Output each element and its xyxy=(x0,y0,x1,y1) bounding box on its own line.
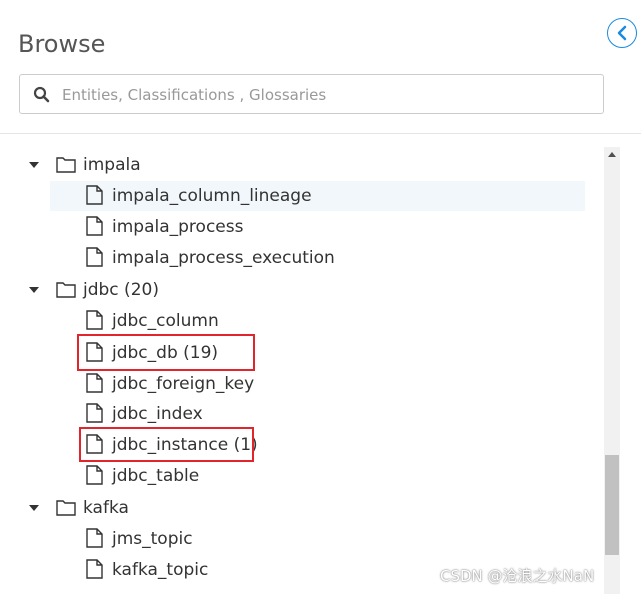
tree-group-label: impala xyxy=(83,155,141,175)
scrollbar-thumb[interactable] xyxy=(605,455,619,555)
caret-down-icon[interactable] xyxy=(28,161,40,169)
file-icon xyxy=(86,247,103,267)
highlight-box xyxy=(79,427,254,462)
file-icon xyxy=(86,373,103,393)
file-icon xyxy=(86,465,103,485)
file-icon xyxy=(86,216,103,236)
scroll-up-icon[interactable] xyxy=(604,147,620,163)
file-icon xyxy=(86,559,103,579)
tree-item-label: kafka_topic xyxy=(112,560,209,580)
chevron-left-icon xyxy=(617,25,627,41)
file-icon xyxy=(86,310,103,330)
caret-down-icon[interactable] xyxy=(28,286,40,294)
folder-icon xyxy=(56,282,76,298)
tree-item-label: jdbc_table xyxy=(112,466,200,486)
browse-panel: Browse impala impala_column_lineage impa… xyxy=(0,0,641,594)
search-icon xyxy=(33,86,50,103)
tree-group-label: kafka xyxy=(83,498,129,518)
tree-item-label: impala_process xyxy=(112,217,244,237)
caret-down-icon[interactable] xyxy=(28,504,40,512)
tree-item-label: jdbc_index xyxy=(112,404,203,424)
tree-item-label: jdbc_foreign_key xyxy=(112,374,255,394)
folder-icon xyxy=(56,157,76,173)
search-field[interactable] xyxy=(19,74,604,114)
file-icon xyxy=(86,528,103,548)
search-input[interactable] xyxy=(60,83,594,107)
tree-item-label: impala_process_execution xyxy=(112,248,335,268)
collapse-panel-button[interactable] xyxy=(607,18,637,48)
divider xyxy=(0,133,641,134)
folder-icon xyxy=(56,500,76,516)
highlight-box xyxy=(77,334,255,371)
page-title: Browse xyxy=(18,30,106,58)
tree-item-label: jdbc_column xyxy=(112,311,219,331)
tree-item-label: jms_topic xyxy=(112,529,193,549)
watermark: CSDN @沧浪之水NaN xyxy=(440,567,595,585)
file-icon xyxy=(86,403,103,423)
tree-item-label: impala_column_lineage xyxy=(112,186,312,206)
tree-group-label: jdbc (20) xyxy=(83,280,159,300)
file-icon xyxy=(86,185,103,205)
